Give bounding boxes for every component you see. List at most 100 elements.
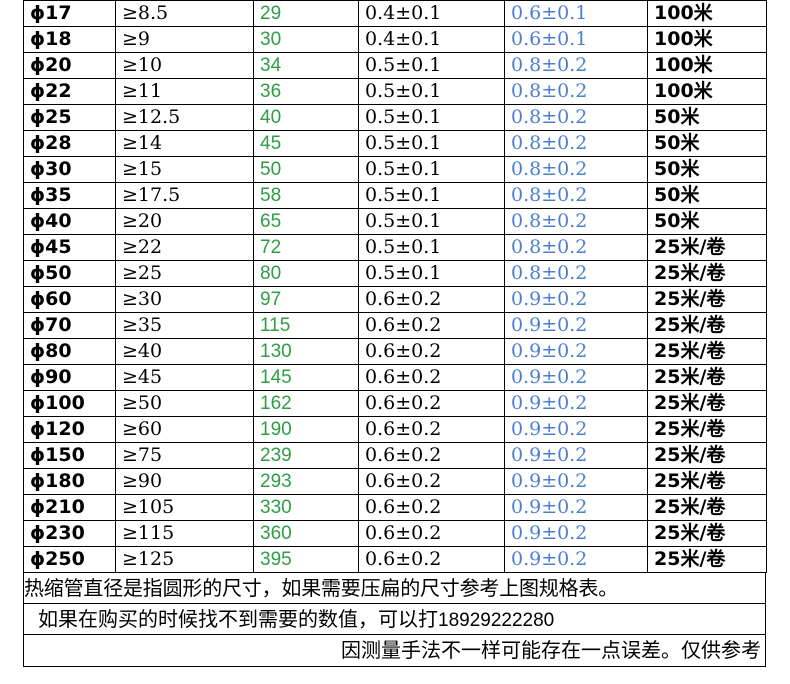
cell-flat-width: 145 bbox=[253, 364, 359, 391]
cell-wall-thickness: 0.6±0.2 bbox=[358, 312, 505, 339]
cell-tolerance: 0.9±0.2 bbox=[504, 546, 648, 573]
cell-shrunk-diameter: ≥90 bbox=[115, 468, 254, 495]
cell-shrunk-diameter: ≥15 bbox=[115, 156, 254, 183]
cell-tolerance: 0.8±0.2 bbox=[504, 52, 648, 79]
table-row: ϕ150 ≥75 239 0.6±0.2 0.9±0.2 25米/卷 bbox=[23, 442, 767, 469]
cell-shrunk-diameter: ≥25 bbox=[115, 260, 254, 287]
cell-shrunk-diameter: ≥115 bbox=[115, 520, 254, 547]
phone-number: 18929222280 bbox=[438, 610, 555, 631]
note-contact: 如果在购买的时候找不到需要的数值，可以打18929222280 bbox=[24, 604, 765, 635]
cell-flat-width: 360 bbox=[253, 520, 359, 547]
cell-shrunk-diameter: ≥12.5 bbox=[115, 104, 254, 131]
cell-diameter: ϕ17 bbox=[23, 0, 116, 27]
cell-shrunk-diameter: ≥22 bbox=[115, 234, 254, 261]
cell-flat-width: 395 bbox=[253, 546, 359, 573]
cell-tolerance: 0.9±0.2 bbox=[504, 520, 648, 547]
cell-wall-thickness: 0.5±0.1 bbox=[358, 260, 505, 287]
cell-packaging: 50米 bbox=[647, 208, 767, 235]
cell-packaging: 50米 bbox=[647, 104, 767, 131]
cell-wall-thickness: 0.5±0.1 bbox=[358, 208, 505, 235]
cell-flat-width: 72 bbox=[253, 234, 359, 261]
cell-diameter: ϕ100 bbox=[23, 390, 116, 417]
cell-tolerance: 0.8±0.2 bbox=[504, 260, 648, 287]
cell-shrunk-diameter: ≥30 bbox=[115, 286, 254, 313]
cell-diameter: ϕ70 bbox=[23, 312, 116, 339]
cell-wall-thickness: 0.5±0.1 bbox=[358, 104, 505, 131]
cell-shrunk-diameter: ≥20 bbox=[115, 208, 254, 235]
table-row: ϕ90 ≥45 145 0.6±0.2 0.9±0.2 25米/卷 bbox=[23, 364, 767, 391]
cell-shrunk-diameter: ≥8.5 bbox=[115, 0, 254, 27]
cell-wall-thickness: 0.5±0.1 bbox=[358, 234, 505, 261]
cell-wall-thickness: 0.5±0.1 bbox=[358, 52, 505, 79]
cell-diameter: ϕ250 bbox=[23, 546, 116, 573]
cell-diameter: ϕ230 bbox=[23, 520, 116, 547]
table-row: ϕ40 ≥20 65 0.5±0.1 0.8±0.2 50米 bbox=[23, 208, 767, 235]
cell-tolerance: 0.6±0.1 bbox=[504, 0, 648, 27]
table-row: ϕ100 ≥50 162 0.6±0.2 0.9±0.2 25米/卷 bbox=[23, 390, 767, 417]
table-row: ϕ70 ≥35 115 0.6±0.2 0.9±0.2 25米/卷 bbox=[23, 312, 767, 339]
table-row: ϕ180 ≥90 293 0.6±0.2 0.9±0.2 25米/卷 bbox=[23, 468, 767, 495]
cell-flat-width: 130 bbox=[253, 338, 359, 365]
cell-wall-thickness: 0.6±0.2 bbox=[358, 442, 505, 469]
table-row: ϕ80 ≥40 130 0.6±0.2 0.9±0.2 25米/卷 bbox=[23, 338, 767, 365]
table-row: ϕ60 ≥30 97 0.6±0.2 0.9±0.2 25米/卷 bbox=[23, 286, 767, 313]
cell-tolerance: 0.9±0.2 bbox=[504, 494, 648, 521]
cell-packaging: 100米 bbox=[647, 52, 767, 79]
cell-packaging: 25米/卷 bbox=[647, 312, 767, 339]
cell-wall-thickness: 0.5±0.1 bbox=[358, 78, 505, 105]
cell-wall-thickness: 0.4±0.1 bbox=[358, 26, 505, 53]
cell-tolerance: 0.8±0.2 bbox=[504, 182, 648, 209]
cell-flat-width: 65 bbox=[253, 208, 359, 235]
cell-diameter: ϕ90 bbox=[23, 364, 116, 391]
table-row: ϕ17 ≥8.5 29 0.4±0.1 0.6±0.1 100米 bbox=[23, 0, 767, 27]
table-row: ϕ30 ≥15 50 0.5±0.1 0.8±0.2 50米 bbox=[23, 156, 767, 183]
cell-tolerance: 0.9±0.2 bbox=[504, 338, 648, 365]
cell-shrunk-diameter: ≥75 bbox=[115, 442, 254, 469]
note-measurement-error: 因测量手法不一样可能存在一点误差。仅供参考 bbox=[341, 638, 761, 662]
cell-flat-width: 29 bbox=[253, 0, 359, 27]
cell-diameter: ϕ22 bbox=[23, 78, 116, 105]
cell-tolerance: 0.9±0.2 bbox=[504, 468, 648, 495]
cell-packaging: 25米/卷 bbox=[647, 494, 767, 521]
table-row: ϕ25 ≥12.5 40 0.5±0.1 0.8±0.2 50米 bbox=[23, 104, 767, 131]
cell-diameter: ϕ210 bbox=[23, 494, 116, 521]
cell-tolerance: 0.8±0.2 bbox=[504, 156, 648, 183]
cell-diameter: ϕ25 bbox=[23, 104, 116, 131]
cell-tolerance: 0.9±0.2 bbox=[504, 364, 648, 391]
cell-shrunk-diameter: ≥40 bbox=[115, 338, 254, 365]
cell-tolerance: 0.8±0.2 bbox=[504, 130, 648, 157]
spec-table: ϕ17 ≥8.5 29 0.4±0.1 0.6±0.1 100米 ϕ18 ≥9 30 0.4±0.… bbox=[23, 0, 767, 573]
cell-flat-width: 50 bbox=[253, 156, 359, 183]
cell-wall-thickness: 0.4±0.1 bbox=[358, 0, 505, 27]
cell-wall-thickness: 0.6±0.2 bbox=[358, 520, 505, 547]
cell-tolerance: 0.6±0.1 bbox=[504, 26, 648, 53]
cell-flat-width: 80 bbox=[253, 260, 359, 287]
cell-diameter: ϕ45 bbox=[23, 234, 116, 261]
cell-diameter: ϕ30 bbox=[23, 156, 116, 183]
cell-wall-thickness: 0.6±0.2 bbox=[358, 390, 505, 417]
cell-flat-width: 239 bbox=[253, 442, 359, 469]
notes-block: 热缩管直径是指圆形的尺寸，如果需要压扁的尺寸参考上图规格表。 如果在购买的时候找… bbox=[23, 573, 766, 667]
cell-packaging: 25米/卷 bbox=[647, 260, 767, 287]
cell-diameter: ϕ35 bbox=[23, 182, 116, 209]
cell-packaging: 50米 bbox=[647, 182, 767, 209]
cell-tolerance: 0.8±0.2 bbox=[504, 104, 648, 131]
cell-tolerance: 0.8±0.2 bbox=[504, 78, 648, 105]
cell-packaging: 25米/卷 bbox=[647, 364, 767, 391]
cell-shrunk-diameter: ≥9 bbox=[115, 26, 254, 53]
cell-tolerance: 0.9±0.2 bbox=[504, 286, 648, 313]
cell-wall-thickness: 0.5±0.1 bbox=[358, 182, 505, 209]
cell-tolerance: 0.8±0.2 bbox=[504, 234, 648, 261]
cell-flat-width: 40 bbox=[253, 104, 359, 131]
cell-wall-thickness: 0.5±0.1 bbox=[358, 130, 505, 157]
table-row: ϕ18 ≥9 30 0.4±0.1 0.6±0.1 100米 bbox=[23, 26, 767, 53]
cell-flat-width: 97 bbox=[253, 286, 359, 313]
table-row: ϕ120 ≥60 190 0.6±0.2 0.9±0.2 25米/卷 bbox=[23, 416, 767, 443]
cell-shrunk-diameter: ≥14 bbox=[115, 130, 254, 157]
cell-diameter: ϕ120 bbox=[23, 416, 116, 443]
cell-packaging: 25米/卷 bbox=[647, 416, 767, 443]
cell-packaging: 50米 bbox=[647, 130, 767, 157]
cell-shrunk-diameter: ≥50 bbox=[115, 390, 254, 417]
cell-wall-thickness: 0.6±0.2 bbox=[358, 286, 505, 313]
table-row: ϕ35 ≥17.5 58 0.5±0.1 0.8±0.2 50米 bbox=[23, 182, 767, 209]
